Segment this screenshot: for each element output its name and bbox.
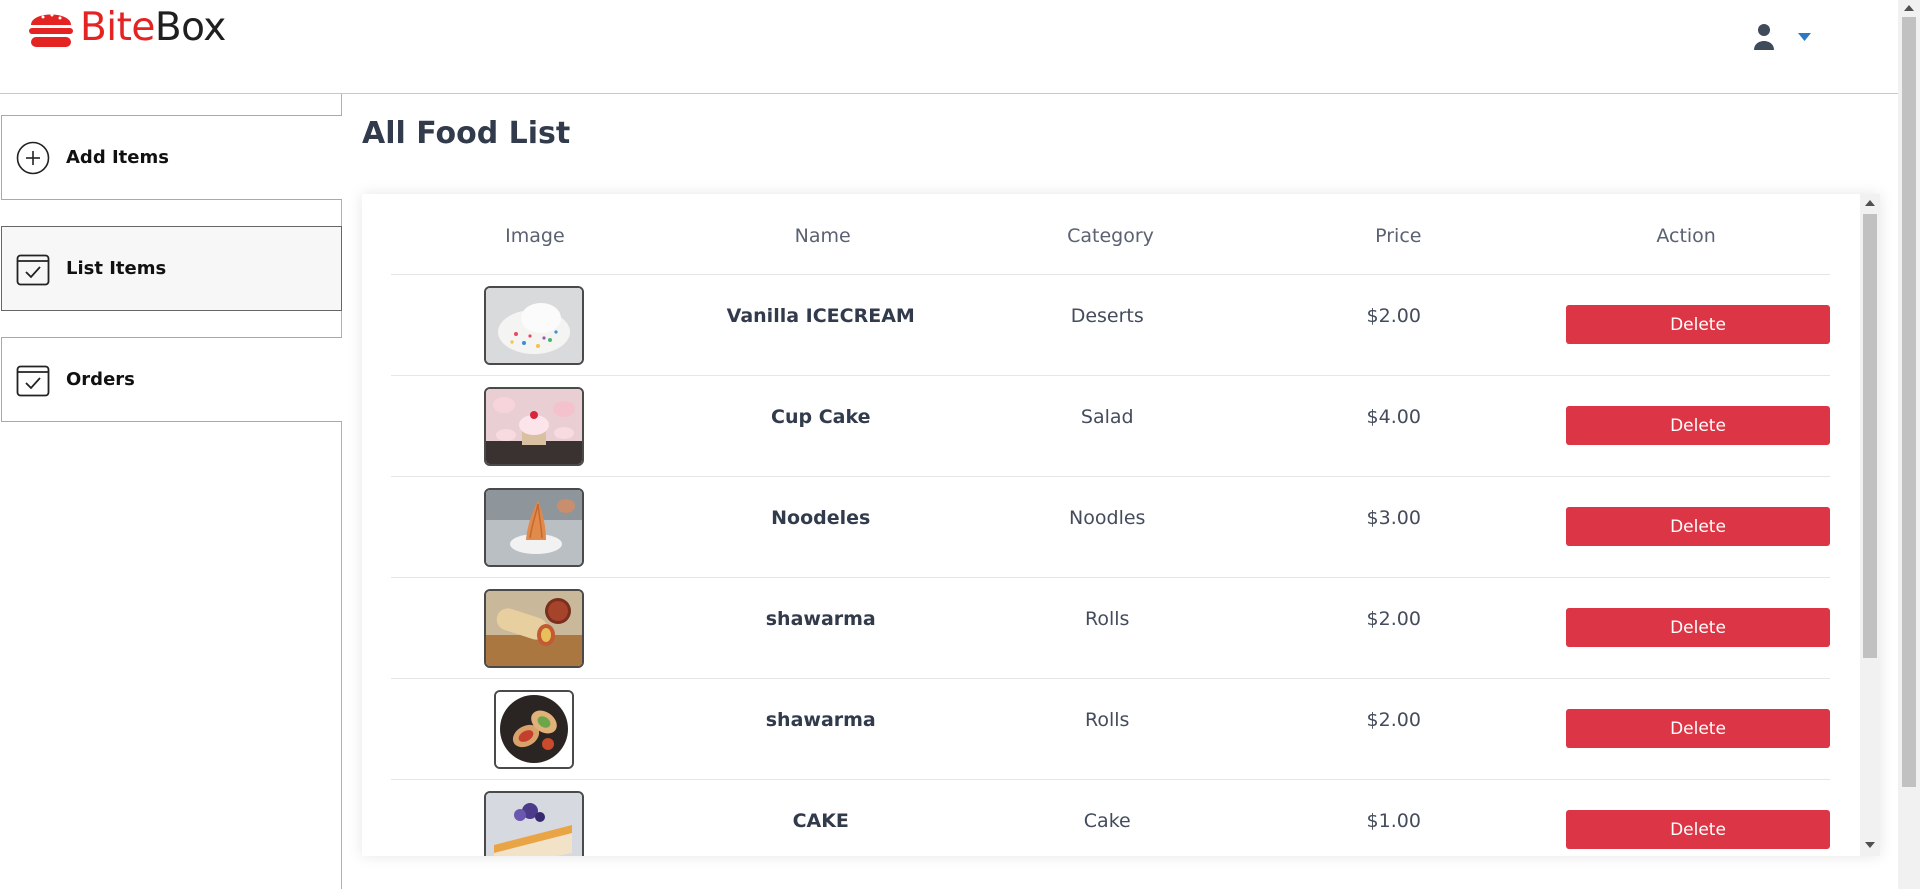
top-navbar: BiteBox — [0, 0, 1898, 94]
action-cell: Delete — [1537, 376, 1830, 476]
table-header: Image Name Category Price Action — [391, 225, 1830, 275]
checkbox-icon — [16, 254, 50, 285]
image-cell — [391, 477, 678, 577]
cupcake-image — [484, 386, 585, 466]
burger-icon — [29, 13, 73, 47]
profile-menu[interactable] — [1752, 20, 1811, 54]
food-price: $2.00 — [1366, 608, 1421, 630]
page-scrollbar[interactable] — [1898, 0, 1920, 889]
delete-button[interactable]: Delete — [1566, 507, 1830, 546]
sidebar: Add Items List Items Orders — [0, 94, 342, 889]
column-header-category: Category — [1067, 225, 1154, 247]
food-price: $3.00 — [1366, 507, 1421, 529]
food-name: Vanilla ICECREAM — [726, 305, 915, 327]
table-row: Vanilla ICECREAM Deserts $2.00 Delete — [391, 275, 1830, 376]
column-header-name: Name — [794, 225, 851, 247]
checkbox-icon — [16, 365, 50, 396]
column-header-price: Price — [1375, 225, 1422, 247]
food-name: CAKE — [792, 810, 849, 832]
table-scrollbar[interactable] — [1860, 194, 1880, 856]
food-price: $2.00 — [1366, 709, 1421, 731]
delete-button[interactable]: Delete — [1566, 406, 1830, 445]
image-cell — [391, 578, 678, 678]
delete-button[interactable]: Delete — [1566, 608, 1830, 647]
scroll-up-arrow-icon[interactable] — [1865, 200, 1875, 206]
action-cell: Delete — [1537, 275, 1830, 375]
scrollbar-thumb[interactable] — [1902, 17, 1916, 787]
sidebar-item-label: Orders — [66, 369, 135, 390]
caret-down-icon[interactable] — [1798, 33, 1811, 41]
sidebar-item-label: List Items — [66, 258, 167, 279]
food-category: Salad — [1080, 406, 1134, 428]
image-cell — [391, 376, 678, 476]
action-cell: Delete — [1537, 679, 1830, 779]
table-row: Noodeles Noodles $3.00 Delete — [391, 477, 1830, 578]
image-cell — [391, 679, 678, 779]
user-icon — [1754, 24, 1774, 50]
food-category: Rolls — [1085, 709, 1130, 731]
food-name: shawarma — [765, 608, 876, 630]
sidebar-item-label: Add Items — [66, 147, 169, 168]
action-cell: Delete — [1537, 477, 1830, 577]
table-row: shawarma Rolls $2.00 Delete — [391, 679, 1830, 780]
food-name: Cup Cake — [771, 406, 871, 428]
food-table: Image Name Category Price Action Vanilla… — [391, 194, 1830, 856]
food-category: Deserts — [1070, 305, 1144, 327]
food-category: Cake — [1083, 810, 1131, 832]
plus-circle-icon — [16, 141, 50, 174]
brand-name-bite: Bite — [80, 5, 155, 50]
column-header-action: Action — [1656, 225, 1716, 247]
food-name: Noodeles — [771, 507, 871, 529]
food-list-panel: Image Name Category Price Action Vanilla… — [362, 194, 1880, 856]
table-body: Vanilla ICECREAM Deserts $2.00 Delete Cu… — [391, 275, 1830, 856]
action-cell: Delete — [1537, 578, 1830, 678]
food-category: Noodles — [1069, 507, 1146, 529]
food-price: $4.00 — [1366, 406, 1421, 428]
ice-cream-image — [484, 285, 585, 365]
page-title: All Food List — [362, 116, 571, 151]
brand-logo[interactable]: BiteBox — [27, 3, 226, 53]
delete-button[interactable]: Delete — [1566, 709, 1830, 748]
brand-name-box: Box — [154, 5, 227, 50]
food-name: shawarma — [765, 709, 876, 731]
scroll-up-arrow-icon[interactable] — [1904, 5, 1914, 11]
table-row: Cup Cake Salad $4.00 Delete — [391, 376, 1830, 477]
action-cell: Delete — [1537, 780, 1830, 856]
cake-image — [484, 790, 585, 856]
sidebar-item-orders[interactable]: Orders — [1, 337, 342, 422]
shawarma-image — [484, 588, 585, 668]
food-price: $1.00 — [1366, 810, 1421, 832]
table-row: CAKE Cake $1.00 Delete — [391, 780, 1830, 856]
food-price: $2.00 — [1366, 305, 1421, 327]
sidebar-item-list-items[interactable]: List Items — [1, 226, 342, 311]
shawarma-round-image — [494, 689, 575, 769]
image-cell — [391, 275, 678, 375]
table-row: shawarma Rolls $2.00 Delete — [391, 578, 1830, 679]
scroll-down-arrow-icon[interactable] — [1865, 842, 1875, 848]
sidebar-item-add-items[interactable]: Add Items — [1, 115, 342, 200]
column-header-image: Image — [505, 225, 565, 247]
image-cell — [391, 780, 678, 856]
noodles-image — [484, 487, 585, 567]
delete-button[interactable]: Delete — [1566, 305, 1830, 344]
food-category: Rolls — [1085, 608, 1130, 630]
delete-button[interactable]: Delete — [1566, 810, 1830, 849]
scrollbar-thumb[interactable] — [1863, 214, 1877, 658]
